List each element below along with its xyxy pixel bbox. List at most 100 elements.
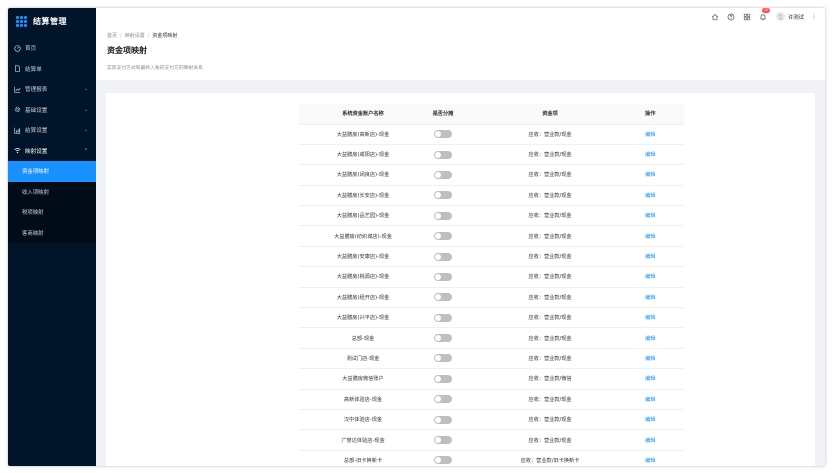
sidebar-item-settlement-settings[interactable]: 结算设置 ⌄	[8, 120, 96, 141]
edit-link[interactable]: 编辑	[645, 376, 655, 382]
wifi-icon	[14, 147, 21, 154]
fund-item-cell: 应收：营业款/旧卡换新卡	[459, 450, 641, 466]
action-cell: 编辑	[641, 327, 684, 349]
split-toggle[interactable]	[434, 252, 452, 261]
edit-link[interactable]: 编辑	[645, 458, 655, 464]
split-toggle[interactable]	[434, 415, 452, 424]
chevron-down-icon: ⌄	[83, 127, 88, 134]
account-name-cell: 大益膳房(高新店)-现金	[299, 124, 427, 145]
split-toggle[interactable]	[434, 354, 452, 363]
split-toggle[interactable]	[434, 191, 452, 200]
edit-link[interactable]: 编辑	[645, 193, 655, 199]
edit-link[interactable]: 编辑	[645, 336, 655, 342]
split-toggle[interactable]	[434, 272, 452, 281]
user-menu[interactable]: 许测试	[775, 12, 804, 21]
action-cell: 编辑	[641, 368, 684, 390]
edit-link[interactable]: 编辑	[645, 397, 655, 403]
split-toggle[interactable]	[434, 170, 452, 179]
split-toggle[interactable]	[434, 395, 452, 404]
split-cell	[427, 429, 459, 451]
edit-link[interactable]: 编辑	[645, 254, 655, 260]
more-vertical-icon[interactable]: ⋮	[811, 13, 817, 20]
edit-link[interactable]: 编辑	[645, 438, 655, 444]
file-icon	[14, 65, 21, 72]
account-name-cell: 汉中体验店-现金	[299, 409, 427, 431]
fund-item-cell: 应收：营业款/现金	[459, 246, 641, 268]
edit-link[interactable]: 编辑	[645, 152, 655, 158]
apps-grid-icon[interactable]	[743, 13, 751, 21]
split-cell	[427, 266, 459, 288]
split-toggle[interactable]	[434, 130, 452, 139]
split-toggle[interactable]	[434, 313, 452, 322]
fund-item-cell: 应收：营业款/现金	[459, 266, 641, 288]
sidebar-item-label: 基础设置	[25, 107, 48, 114]
table-row: 大益膳房(咸阳店)-现金 应收：营业款/现金 编辑	[299, 144, 684, 166]
account-name-cell: 大益膳房(阔良店)-现金	[299, 164, 427, 186]
edit-link[interactable]: 编辑	[645, 132, 655, 138]
account-name-cell: 大益膳房微信账户	[299, 368, 427, 390]
split-toggle[interactable]	[434, 374, 452, 383]
table-row: 总部-旧卡换新卡 应收：营业款/旧卡换新卡 编辑	[299, 450, 684, 466]
table-row: 大益膳房(桃源店)-现金 应收：营业款/现金 编辑	[299, 266, 684, 288]
fund-item-cell: 应收：营业款/现金	[459, 307, 641, 329]
bell-icon[interactable]: 10	[759, 8, 771, 21]
edit-link[interactable]: 编辑	[645, 356, 655, 362]
table-row: 广誉达体验店-现金 应收：营业款/现金 编辑	[299, 429, 684, 451]
dashboard-icon	[14, 45, 21, 52]
account-name-cell: 高新体验店-现金	[299, 389, 427, 410]
action-cell: 编辑	[641, 144, 684, 166]
main-content: 系统资金账户名称 是否分摊 资金项 操作 大益膳房(高新店)-现金 应收：营业款/…	[106, 93, 815, 466]
fund-item-cell: 应收：营业款/现金	[459, 327, 641, 349]
breadcrumb-separator: /	[120, 32, 122, 39]
split-cell	[427, 307, 459, 329]
home-icon[interactable]	[711, 13, 719, 21]
action-cell: 编辑	[641, 246, 684, 268]
split-toggle[interactable]	[434, 211, 452, 220]
sidebar-item-mapping-settings[interactable]: 映射设置 ⌃	[8, 141, 96, 162]
submenu-item-tax-mapping[interactable]: 税项映射	[8, 202, 96, 223]
sidebar-menu: 首页 结算单 管理报表 ⌄ 基础设置 ⌄ 结算设置 ⌄ 映射设置 ⌃ 资金项映射…	[8, 38, 96, 243]
edit-link[interactable]: 编辑	[645, 295, 655, 301]
split-toggle[interactable]	[434, 232, 452, 241]
edit-link[interactable]: 编辑	[645, 213, 655, 219]
action-cell: 编辑	[641, 450, 684, 466]
split-toggle[interactable]	[434, 150, 452, 159]
account-name-cell: 大益膳房(品艺园)-现金	[299, 205, 427, 227]
help-icon[interactable]	[727, 13, 735, 21]
edit-link[interactable]: 编辑	[645, 234, 655, 240]
breadcrumb-home[interactable]: 首页	[107, 32, 117, 39]
account-name-cell: 大益膳房(兴平店)-现金	[299, 307, 427, 329]
table-row: 大益膳房(兴平店)-现金 应收：营业款/现金 编辑	[299, 307, 684, 329]
split-toggle[interactable]	[434, 436, 452, 445]
sidebar-item-label: 结算单	[25, 66, 42, 73]
split-toggle[interactable]	[434, 293, 452, 302]
breadcrumb-separator: /	[147, 32, 150, 39]
edit-link[interactable]: 编辑	[645, 315, 655, 321]
submenu-item-fund-mapping[interactable]: 资金项映射	[8, 161, 96, 182]
action-cell: 编辑	[641, 164, 684, 186]
sidebar-item-statements[interactable]: 结算单	[8, 59, 96, 80]
table-row: 大益膳房微信账户 应收：营业款/微信 编辑	[299, 368, 684, 390]
edit-link[interactable]: 编辑	[645, 417, 655, 423]
sidebar-item-home[interactable]: 首页	[8, 38, 96, 59]
submenu-item-merchant-mapping[interactable]: 客商映射	[8, 223, 96, 244]
app-title: 结算管理	[33, 16, 67, 26]
sidebar-item-basic-settings[interactable]: 基础设置 ⌄	[8, 100, 96, 121]
edit-link[interactable]: 编辑	[645, 274, 655, 280]
chevron-down-icon: ⌄	[83, 106, 88, 113]
sidebar-item-label: 首页	[25, 46, 37, 53]
sidebar-item-reports[interactable]: 管理报表 ⌄	[8, 79, 96, 100]
split-toggle[interactable]	[434, 334, 452, 343]
action-cell: 编辑	[641, 266, 684, 288]
fund-mapping-table: 系统资金账户名称 是否分摊 资金项 操作 大益膳房(高新店)-现金 应收：营业款/…	[299, 104, 684, 466]
submenu-item-income-mapping[interactable]: 收入项映射	[8, 182, 96, 203]
edit-link[interactable]: 编辑	[645, 172, 655, 178]
avatar	[775, 12, 785, 21]
table-row: 大益膳房(安康店)-现金 应收：营业款/现金 编辑	[299, 246, 684, 268]
account-name-cell: 测试门店-现金	[299, 348, 427, 370]
fund-item-cell: 应收：营业款/现金	[459, 185, 641, 207]
split-toggle[interactable]	[434, 456, 452, 465]
breadcrumb-mapping-settings[interactable]: 映射设置	[125, 32, 145, 39]
logo[interactable]: 结算管理	[8, 8, 96, 34]
top-header: 10 许测试 ⋮	[96, 8, 825, 25]
